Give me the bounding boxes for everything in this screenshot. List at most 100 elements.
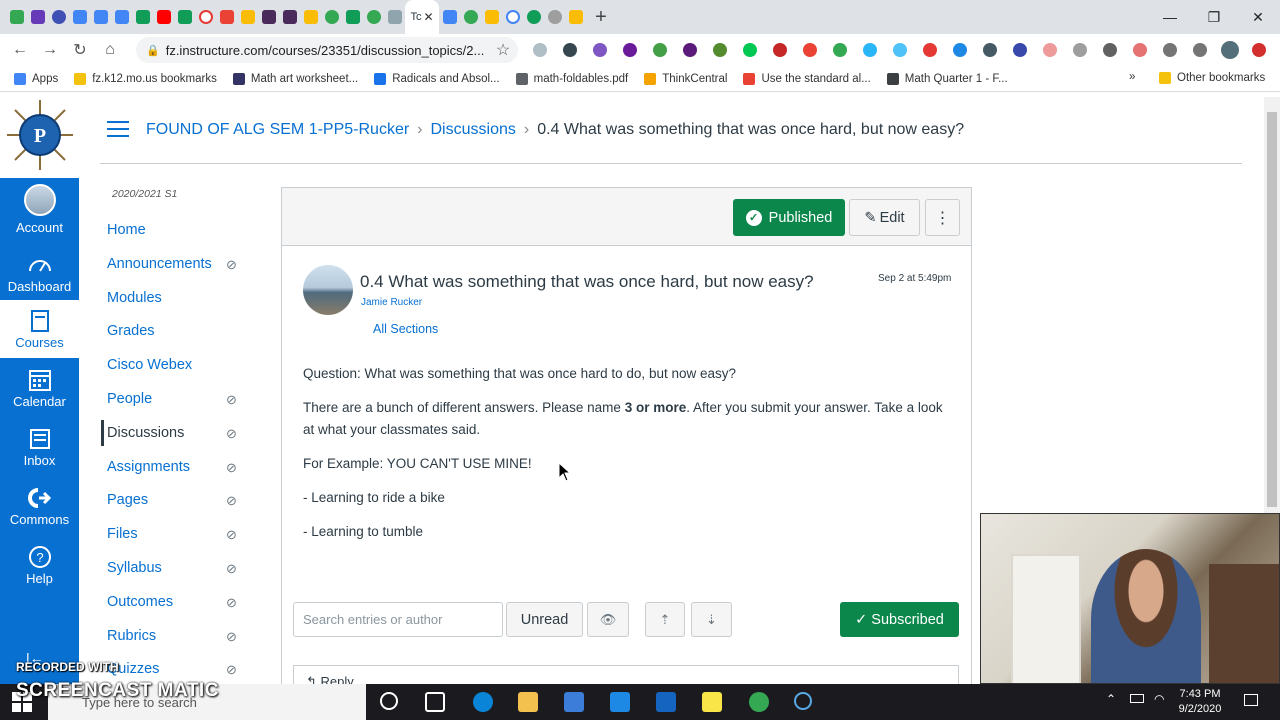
browser-tab[interactable] xyxy=(523,0,544,34)
extension-icon[interactable] xyxy=(1252,43,1266,57)
restore-icon[interactable]: ❐ xyxy=(1192,0,1236,34)
browser-tab[interactable] xyxy=(439,0,460,34)
bookmark-star-icon[interactable]: ☆ xyxy=(488,40,518,60)
browser-tab[interactable] xyxy=(460,0,481,34)
browser-tab[interactable] xyxy=(565,0,586,34)
browser-tab[interactable] xyxy=(237,0,258,34)
global-nav-inbox[interactable]: Inbox xyxy=(0,427,79,468)
reload-icon[interactable]: ↻ xyxy=(65,40,95,60)
extension-icon[interactable] xyxy=(593,43,607,57)
browser-tab[interactable] xyxy=(195,0,216,34)
battery-icon[interactable] xyxy=(1130,694,1144,703)
collapse-entries-button[interactable]: ⇣ xyxy=(691,602,732,637)
extension-icon[interactable] xyxy=(1043,43,1057,57)
search-entries-input[interactable]: Search entries or author xyxy=(293,602,503,637)
subscribed-button[interactable]: ✓ Subscribed xyxy=(840,602,959,637)
back-icon[interactable]: ← xyxy=(5,41,35,59)
browser-tab[interactable] xyxy=(6,0,27,34)
extension-icon[interactable] xyxy=(533,43,547,57)
mark-read-button[interactable]: 👁 xyxy=(587,602,629,637)
global-nav-help[interactable]: ? Help xyxy=(0,545,79,586)
bookmarks-overflow[interactable]: » xyxy=(1129,71,1135,83)
extension-icon[interactable] xyxy=(833,43,847,57)
mail-icon[interactable] xyxy=(610,692,630,712)
browser-tab[interactable] xyxy=(342,0,363,34)
global-nav-calendar[interactable]: Calendar xyxy=(0,368,79,409)
extension-icon[interactable] xyxy=(653,43,667,57)
reading-list-icon[interactable] xyxy=(1193,43,1207,57)
extensions-puzzle-icon[interactable] xyxy=(1163,43,1177,57)
author-avatar[interactable] xyxy=(303,265,353,315)
global-nav-commons[interactable]: Commons xyxy=(0,486,79,527)
sticky-notes-icon[interactable] xyxy=(702,692,722,712)
unread-filter-button[interactable]: Unread xyxy=(506,602,583,637)
browser-tab[interactable] xyxy=(363,0,384,34)
bookmark-item[interactable]: Math Quarter 1 - F... xyxy=(886,72,1008,85)
course-nav-home[interactable]: Home xyxy=(107,222,247,238)
extension-icon[interactable] xyxy=(683,43,697,57)
extension-icon[interactable] xyxy=(1133,43,1147,57)
wifi-icon[interactable]: ◠ xyxy=(1154,692,1164,706)
published-button[interactable]: ✓ Published xyxy=(733,199,845,236)
minimize-icon[interactable]: — xyxy=(1148,0,1192,34)
extension-icon[interactable] xyxy=(983,43,997,57)
browser-tab[interactable] xyxy=(90,0,111,34)
extension-icon[interactable] xyxy=(863,43,877,57)
media-icon[interactable] xyxy=(656,692,676,712)
global-nav-account[interactable]: Account xyxy=(0,184,79,235)
breadcrumb-discussions-link[interactable]: Discussions xyxy=(431,121,516,139)
extension-icon[interactable] xyxy=(563,43,577,57)
other-bookmarks[interactable]: Other bookmarks xyxy=(1159,72,1265,84)
global-nav-courses[interactable]: Courses xyxy=(0,309,79,350)
notifications-icon[interactable] xyxy=(1244,694,1258,706)
course-nav-grades[interactable]: Grades xyxy=(107,323,247,339)
browser-tab[interactable] xyxy=(27,0,48,34)
course-nav-cisco-webex[interactable]: Cisco Webex xyxy=(107,357,247,373)
sections-link[interactable]: All Sections xyxy=(373,322,438,336)
extension-icon[interactable] xyxy=(623,43,637,57)
file-explorer-icon[interactable] xyxy=(518,692,538,712)
browser-tab[interactable] xyxy=(111,0,132,34)
breadcrumb-course-link[interactable]: FOUND OF ALG SEM 1-PP5-Rucker xyxy=(146,121,409,139)
institution-logo[interactable]: P xyxy=(0,92,79,178)
chrome-icon[interactable] xyxy=(749,692,769,712)
author-link[interactable]: Jamie Rucker xyxy=(361,297,422,308)
screencast-icon[interactable] xyxy=(794,692,812,710)
browser-tab[interactable] xyxy=(258,0,279,34)
edge-icon[interactable] xyxy=(473,692,493,712)
browser-tab[interactable] xyxy=(300,0,321,34)
extension-icon[interactable] xyxy=(803,43,817,57)
bookmark-item[interactable]: Math art worksheet... xyxy=(232,72,358,85)
edit-button[interactable]: ✎ Edit xyxy=(849,199,920,236)
scrollbar-thumb[interactable] xyxy=(1267,112,1277,507)
tray-chevron-icon[interactable]: ⌃ xyxy=(1106,692,1116,706)
extension-icon[interactable] xyxy=(953,43,967,57)
taskbar-clock[interactable]: 7:43 PM 9/2/2020 xyxy=(1170,687,1230,717)
bookmark-item[interactable]: math-foldables.pdf xyxy=(515,72,628,85)
home-icon[interactable]: ⌂ xyxy=(95,41,125,59)
browser-tab[interactable] xyxy=(48,0,69,34)
bookmark-item[interactable]: Use the standard al... xyxy=(743,72,871,85)
store-icon[interactable] xyxy=(564,692,584,712)
bookmark-item[interactable]: Apps xyxy=(14,72,58,85)
browser-tab[interactable] xyxy=(279,0,300,34)
browser-tab[interactable] xyxy=(132,0,153,34)
cortana-icon[interactable] xyxy=(380,692,398,710)
profile-avatar[interactable] xyxy=(1221,41,1239,59)
close-tab-icon[interactable]: ✕ xyxy=(423,10,433,24)
extension-icon[interactable] xyxy=(923,43,937,57)
forward-icon[interactable]: → xyxy=(35,41,65,59)
new-tab-button[interactable]: + xyxy=(586,6,616,29)
browser-tab[interactable] xyxy=(216,0,237,34)
browser-tab[interactable] xyxy=(69,0,90,34)
bookmark-item[interactable]: ThinkCentral xyxy=(644,72,727,85)
extension-icon[interactable] xyxy=(743,43,757,57)
browser-tab[interactable] xyxy=(321,0,342,34)
bookmark-item[interactable]: Radicals and Absol... xyxy=(374,72,500,85)
hamburger-menu-icon[interactable] xyxy=(107,121,129,141)
task-view-icon[interactable] xyxy=(425,692,445,712)
browser-tab[interactable] xyxy=(153,0,174,34)
address-bar[interactable]: 🔒 fz.instructure.com/courses/23351/discu… xyxy=(136,37,518,63)
bookmark-item[interactable]: fz.k12.mo.us bookmarks xyxy=(74,72,217,85)
course-nav-modules[interactable]: Modules xyxy=(107,290,247,306)
